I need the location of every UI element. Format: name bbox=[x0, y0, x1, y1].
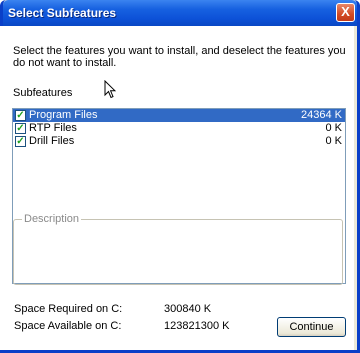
checkbox-checked-icon[interactable]: ✓ bbox=[15, 110, 26, 121]
window-title: Select Subfeatures bbox=[8, 6, 117, 20]
space-required-label: Space Required on C: bbox=[14, 303, 123, 315]
item-label: RTP Files bbox=[29, 122, 77, 134]
continue-button[interactable]: Continue bbox=[277, 317, 346, 337]
list-item-rtp-files[interactable]: ✓ RTP Files 0 K bbox=[13, 122, 345, 135]
close-button[interactable]: X bbox=[336, 3, 355, 22]
list-item-drill-files[interactable]: ✓ Drill Files 0 K bbox=[13, 135, 345, 148]
description-groupbox: Description bbox=[13, 213, 343, 285]
list-item-program-files[interactable]: ✓ Program Files 24364 K bbox=[13, 109, 345, 122]
checkbox-checked-icon[interactable]: ✓ bbox=[15, 123, 26, 134]
item-size: 24364 K bbox=[301, 109, 342, 121]
space-required-value: 300840 K bbox=[164, 303, 212, 315]
item-size: 0 K bbox=[325, 135, 342, 147]
space-available-value: 123821300 K bbox=[164, 320, 230, 332]
description-label: Description bbox=[22, 213, 82, 225]
item-label: Program Files bbox=[29, 109, 98, 121]
mouse-pointer-icon bbox=[104, 80, 116, 99]
item-size: 0 K bbox=[325, 122, 342, 134]
close-icon: X bbox=[341, 4, 350, 19]
instructions-text: Select the features you want to install,… bbox=[13, 45, 346, 69]
subfeatures-label: Subfeatures bbox=[13, 87, 73, 99]
space-available-label: Space Available on C: bbox=[14, 320, 122, 332]
checkbox-checked-icon[interactable]: ✓ bbox=[15, 136, 26, 147]
title-bar[interactable]: Select Subfeatures X bbox=[3, 0, 357, 26]
item-label: Drill Files bbox=[29, 135, 75, 147]
